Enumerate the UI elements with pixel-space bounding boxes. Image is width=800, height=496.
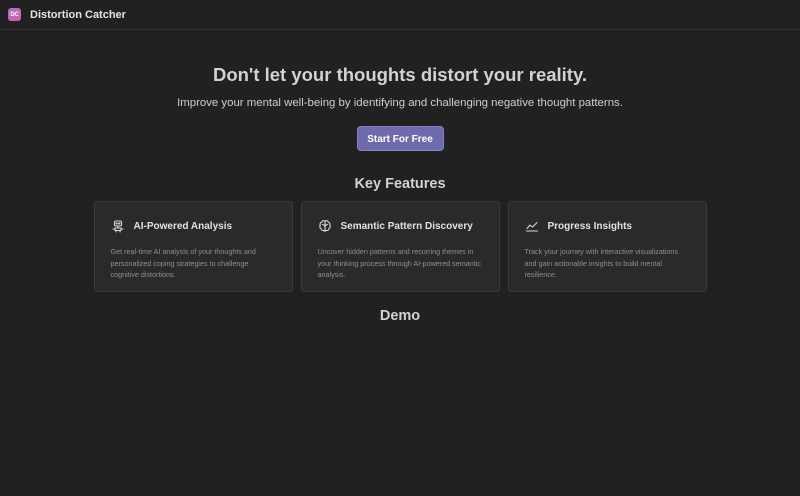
app-logo[interactable]: DC: [8, 8, 21, 21]
hero-section: Don't let your thoughts distort your rea…: [0, 64, 800, 151]
main-content: Don't let your thoughts distort your rea…: [0, 64, 800, 324]
brain-icon: [318, 219, 332, 233]
feature-title: Progress Insights: [547, 220, 632, 232]
app-title[interactable]: Distortion Catcher: [30, 9, 126, 21]
feature-card-progress-insights: Progress Insights Track your journey wit…: [507, 201, 707, 292]
demo-title: Demo: [379, 308, 421, 324]
feature-cards: AI-Powered Analysis Get real-time AI ana…: [0, 201, 800, 292]
logo-text: DC: [10, 11, 19, 18]
top-bar: DC Distortion Catcher: [0, 0, 800, 30]
chart-line-icon: [525, 219, 539, 233]
feature-description: Uncover hidden patterns and recurring th…: [317, 247, 481, 279]
feature-card-ai-analysis: AI-Powered Analysis Get real-time AI ana…: [93, 201, 293, 292]
feature-card-pattern-discovery: Semantic Pattern Discovery Uncover hidde…: [300, 201, 500, 292]
key-features-title: Key Features: [354, 176, 446, 192]
hero-subheading: Improve your mental well-being by identi…: [177, 97, 623, 109]
start-for-free-button[interactable]: Start For Free: [356, 126, 444, 151]
hero-heading: Don't let your thoughts distort your rea…: [212, 64, 588, 85]
robot-icon: [111, 219, 125, 233]
feature-title: AI-Powered Analysis: [133, 220, 233, 232]
feature-description: Track your journey with interactive visu…: [524, 247, 679, 279]
feature-description: Get real-time AI analysis of your though…: [110, 247, 256, 279]
feature-title: Semantic Pattern Discovery: [340, 220, 473, 232]
